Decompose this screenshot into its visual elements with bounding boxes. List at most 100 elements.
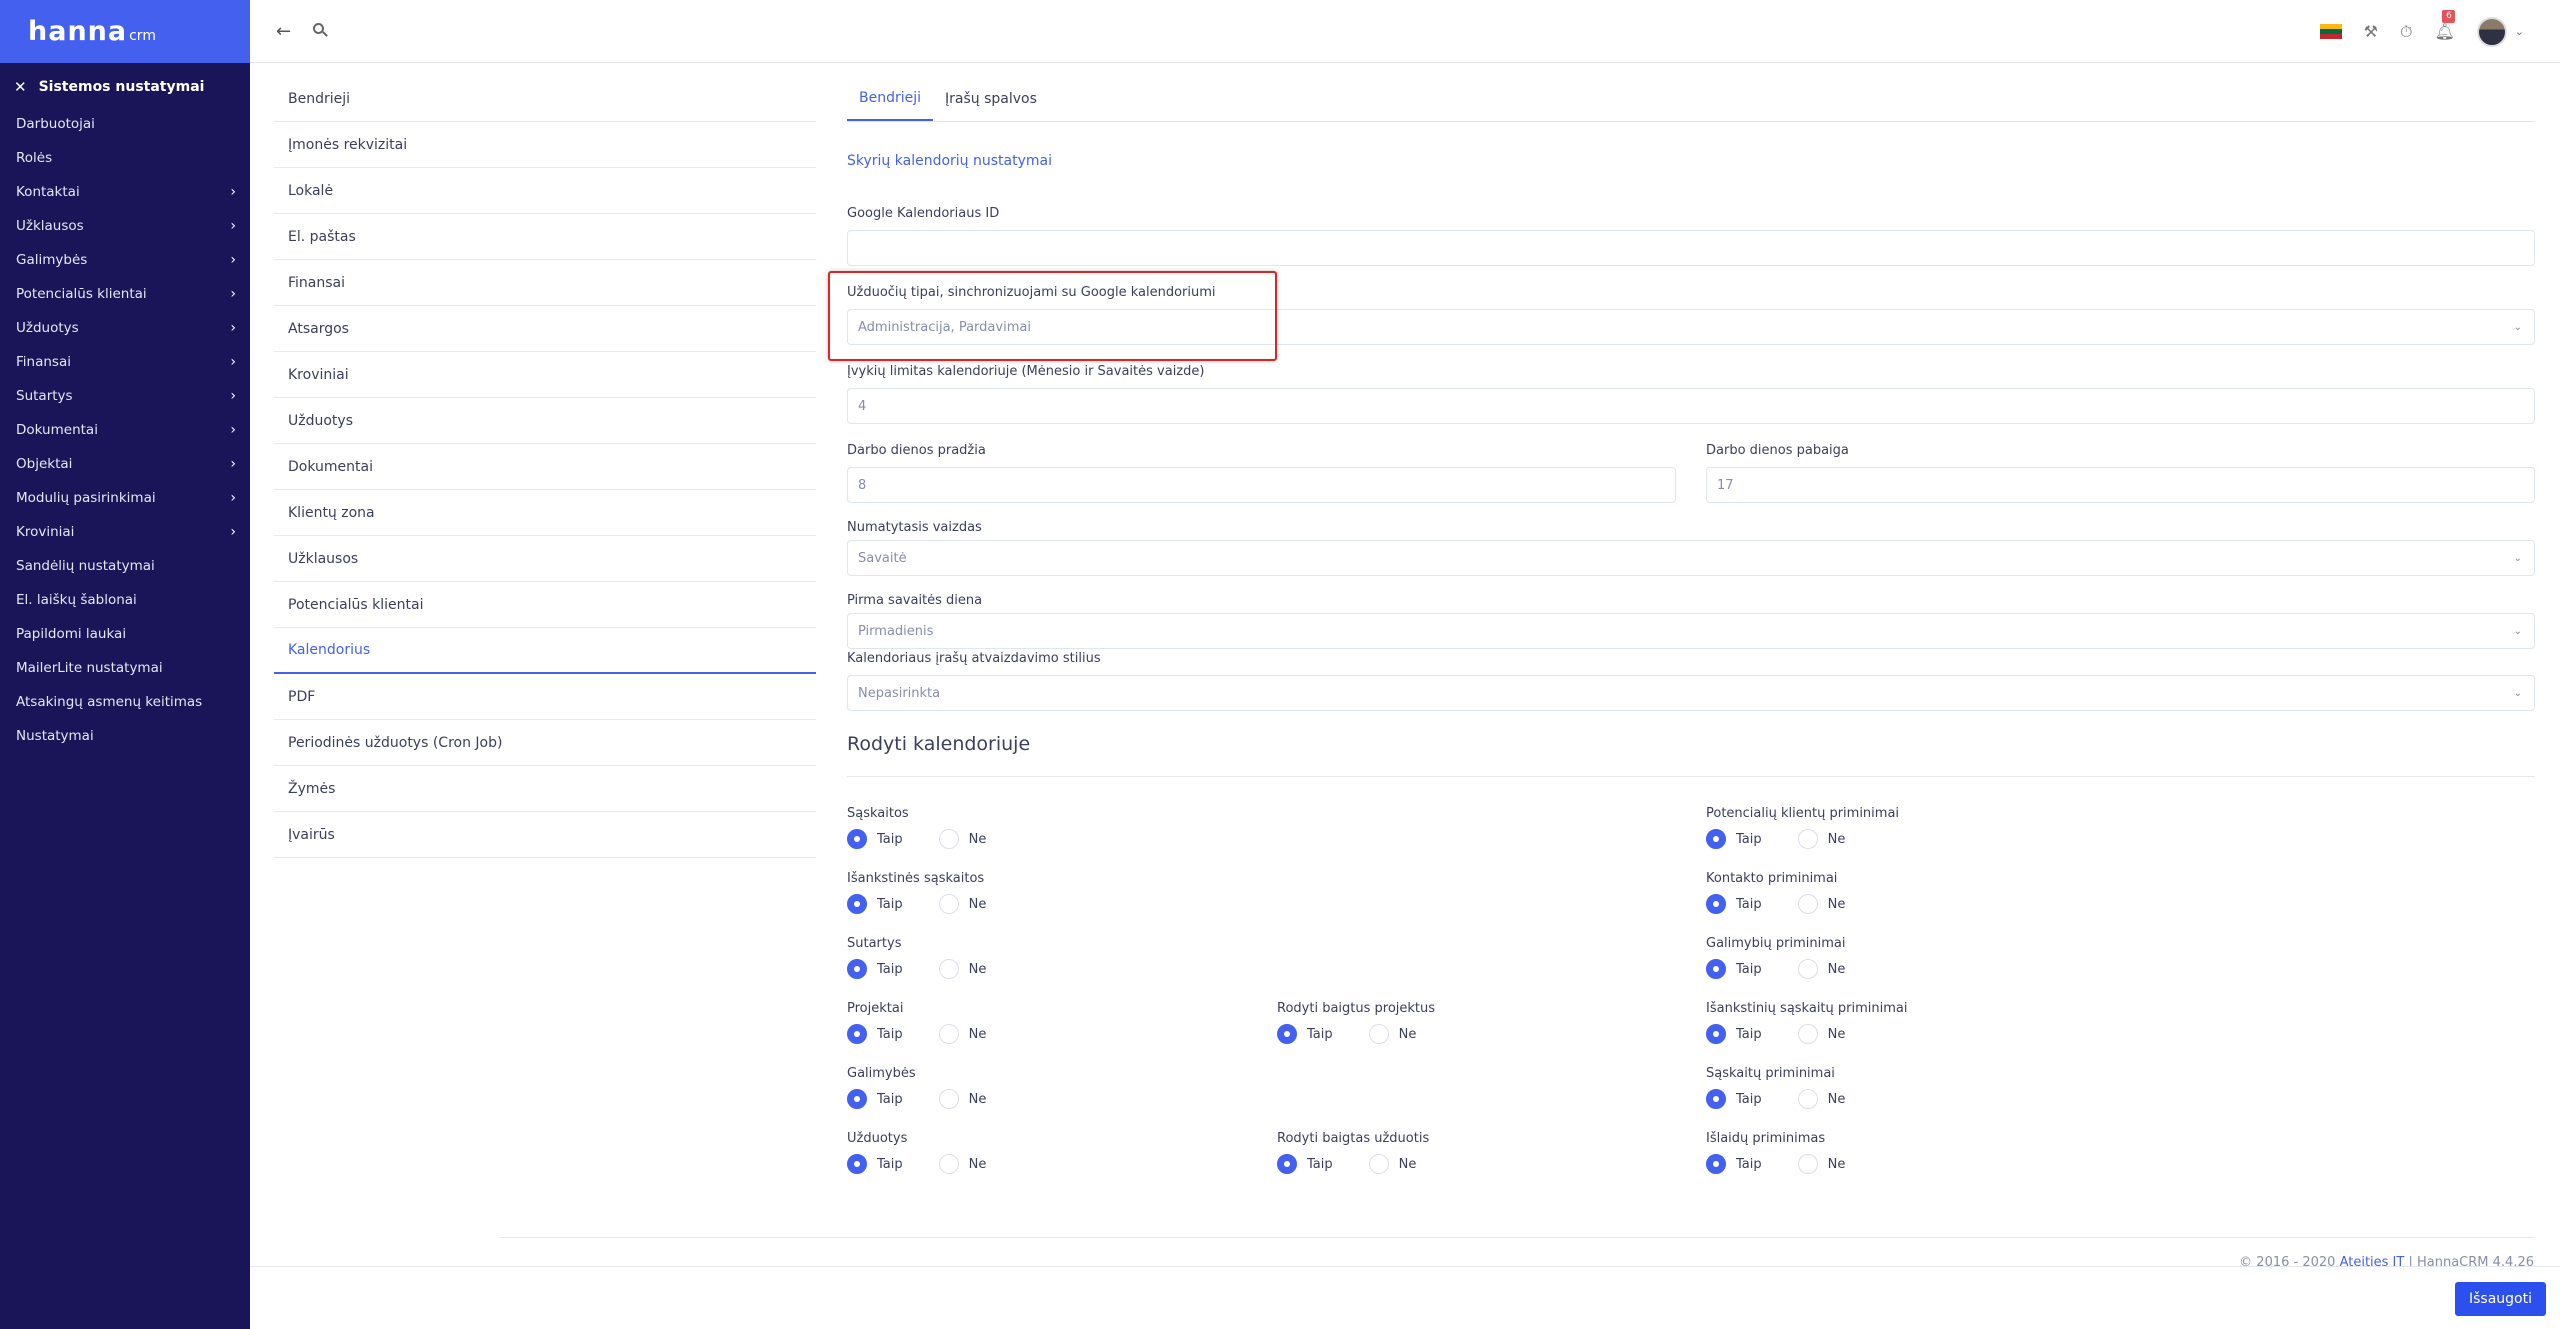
- tools-icon[interactable]: ⚒: [2364, 22, 2378, 41]
- sidebar-item[interactable]: Darbuotojai: [0, 107, 250, 141]
- settings-menu-item[interactable]: Lokalė: [274, 168, 816, 214]
- sidebar-item-label: Nustatymai: [16, 728, 94, 744]
- radio-yes[interactable]: [1706, 894, 1726, 914]
- sidebar-item[interactable]: Užklausos ›: [0, 209, 250, 243]
- workday-end-input[interactable]: 17: [1706, 467, 2535, 503]
- sidebar-item[interactable]: Užduotys ›: [0, 311, 250, 345]
- sidebar-item[interactable]: Objektai ›: [0, 447, 250, 481]
- settings-menu-item[interactable]: Atsargos: [274, 306, 816, 352]
- radio-no[interactable]: [938, 829, 959, 849]
- radio-no[interactable]: [938, 1154, 959, 1174]
- settings-menu-item[interactable]: Dokumentai: [274, 444, 816, 490]
- settings-menu-item[interactable]: Kalendorius: [274, 628, 816, 674]
- radio-yes[interactable]: [1706, 959, 1726, 979]
- radio-group-label: Galimybės: [847, 1066, 916, 1081]
- department-calendar-settings-link[interactable]: Skyrių kalendorių nustatymai: [847, 153, 1052, 169]
- radio-no[interactable]: [1797, 829, 1818, 849]
- search-icon[interactable]: [313, 23, 329, 39]
- workday-start-input[interactable]: 8: [847, 467, 1676, 503]
- settings-menu-item[interactable]: Periodinės užduotys (Cron Job): [274, 720, 816, 766]
- radio-group-label: Sąskaitos: [847, 806, 909, 821]
- sidebar-item[interactable]: Kroviniai ›: [0, 515, 250, 549]
- radio-yes-label: Taip: [1736, 1091, 1762, 1107]
- radio-yes-label: Taip: [1736, 961, 1762, 977]
- radio-no[interactable]: [1797, 1024, 1818, 1044]
- sidebar-item[interactable]: Sandėlių nustatymai: [0, 549, 250, 583]
- default-view-select[interactable]: Savaitė ⌄: [847, 540, 2535, 576]
- radio-yes[interactable]: [1706, 829, 1726, 849]
- radio-no[interactable]: [1797, 1089, 1818, 1109]
- radio-yes-label: Taip: [1736, 1156, 1762, 1172]
- settings-menu-item[interactable]: Įvairūs: [274, 812, 816, 858]
- settings-menu-item[interactable]: Finansai: [274, 260, 816, 306]
- radio-no[interactable]: [1797, 1154, 1818, 1174]
- radio-no[interactable]: [1368, 1024, 1389, 1044]
- display-style-select[interactable]: Nepasirinkta ⌄: [847, 675, 2535, 711]
- sidebar-item-label: Užklausos: [16, 218, 84, 234]
- chevron-right-icon: ›: [230, 524, 236, 540]
- sidebar-item[interactable]: Sutartys ›: [0, 379, 250, 413]
- radio-yes[interactable]: [1706, 1024, 1726, 1044]
- first-day-select[interactable]: Pirmadienis ⌄: [847, 613, 2535, 649]
- radio-yes[interactable]: [1277, 1154, 1297, 1174]
- settings-menu-item[interactable]: El. paštas: [274, 214, 816, 260]
- radio-yes[interactable]: [847, 1024, 867, 1044]
- radio-no[interactable]: [938, 894, 959, 914]
- radio-yes[interactable]: [847, 959, 867, 979]
- radio-no[interactable]: [938, 1089, 959, 1109]
- sidebar-item[interactable]: Galimybės ›: [0, 243, 250, 277]
- google-id-input[interactable]: [847, 230, 2535, 266]
- radio-yes[interactable]: [847, 1089, 867, 1109]
- settings-menu-item[interactable]: Užklausos: [274, 536, 816, 582]
- settings-menu-item[interactable]: Įmonės rekvizitai: [274, 122, 816, 168]
- radio-no[interactable]: [938, 1024, 959, 1044]
- sidebar-item[interactable]: Atsakingų asmenų keitimas: [0, 685, 250, 719]
- radio-no[interactable]: [1797, 959, 1818, 979]
- settings-menu-item[interactable]: PDF: [274, 674, 816, 720]
- settings-menu-item[interactable]: Klientų zona: [274, 490, 816, 536]
- radio-group-label: Išlaidų priminimas: [1706, 1131, 1826, 1146]
- user-avatar[interactable]: [2476, 16, 2507, 47]
- chevron-right-icon: ›: [230, 286, 236, 302]
- sidebar-item[interactable]: MailerLite nustatymai: [0, 651, 250, 685]
- sidebar-item[interactable]: Rolės: [0, 141, 250, 175]
- settings-menu-item[interactable]: Potencialūs klientai: [274, 582, 816, 628]
- settings-menu-item[interactable]: Kroviniai: [274, 352, 816, 398]
- notifications-bell-icon[interactable]: 🔔︎ 6: [2434, 10, 2456, 41]
- sidebar-item[interactable]: Nustatymai: [0, 719, 250, 753]
- settings-menu-item[interactable]: Bendrieji: [274, 76, 816, 122]
- sidebar-item[interactable]: Dokumentai ›: [0, 413, 250, 447]
- radio-no[interactable]: [1368, 1154, 1389, 1174]
- radio-yes[interactable]: [1277, 1024, 1297, 1044]
- brand-logo[interactable]: hanna crm: [0, 0, 250, 63]
- tab-record-colors[interactable]: Įrašų spalvos: [933, 76, 1049, 121]
- settings-menu-item[interactable]: Žymės: [274, 766, 816, 812]
- sidebar-item[interactable]: Kontaktai ›: [0, 175, 250, 209]
- radio-yes[interactable]: [1706, 1154, 1726, 1174]
- radio-yes[interactable]: [1706, 1089, 1726, 1109]
- language-flag-icon[interactable]: [2319, 24, 2342, 39]
- sidebar-section-header[interactable]: ✕ Sistemos nustatymai: [0, 67, 250, 107]
- radio-yes-label: Taip: [877, 896, 903, 912]
- event-limit-input[interactable]: 4: [847, 388, 2535, 424]
- save-button[interactable]: Išsaugoti: [2455, 1282, 2546, 1316]
- sidebar-item[interactable]: El. laiškų šablonai: [0, 583, 250, 617]
- radio-yes[interactable]: [847, 1154, 867, 1174]
- radio-yes[interactable]: [847, 894, 867, 914]
- timer-icon[interactable]: ⏱: [2400, 22, 2412, 42]
- sidebar-item[interactable]: Potencialūs klientai ›: [0, 277, 250, 311]
- settings-menu-item[interactable]: Užduotys: [274, 398, 816, 444]
- close-icon[interactable]: ✕: [14, 78, 27, 96]
- default-view-label: Numatytasis vaizdas: [847, 520, 982, 535]
- sidebar-item[interactable]: Modulių pasirinkimai ›: [0, 481, 250, 515]
- logo-suffix: crm: [129, 27, 156, 44]
- sidebar-item[interactable]: Finansai ›: [0, 345, 250, 379]
- tab-general[interactable]: Bendrieji: [847, 76, 934, 121]
- sidebar-item[interactable]: Papildomi laukai: [0, 617, 250, 651]
- section-divider: [847, 776, 2535, 777]
- radio-no[interactable]: [938, 959, 959, 979]
- radio-yes[interactable]: [847, 829, 867, 849]
- chevron-down-icon[interactable]: ⌄: [2515, 25, 2524, 38]
- radio-no[interactable]: [1797, 894, 1818, 914]
- back-arrow-icon[interactable]: ←: [276, 21, 291, 42]
